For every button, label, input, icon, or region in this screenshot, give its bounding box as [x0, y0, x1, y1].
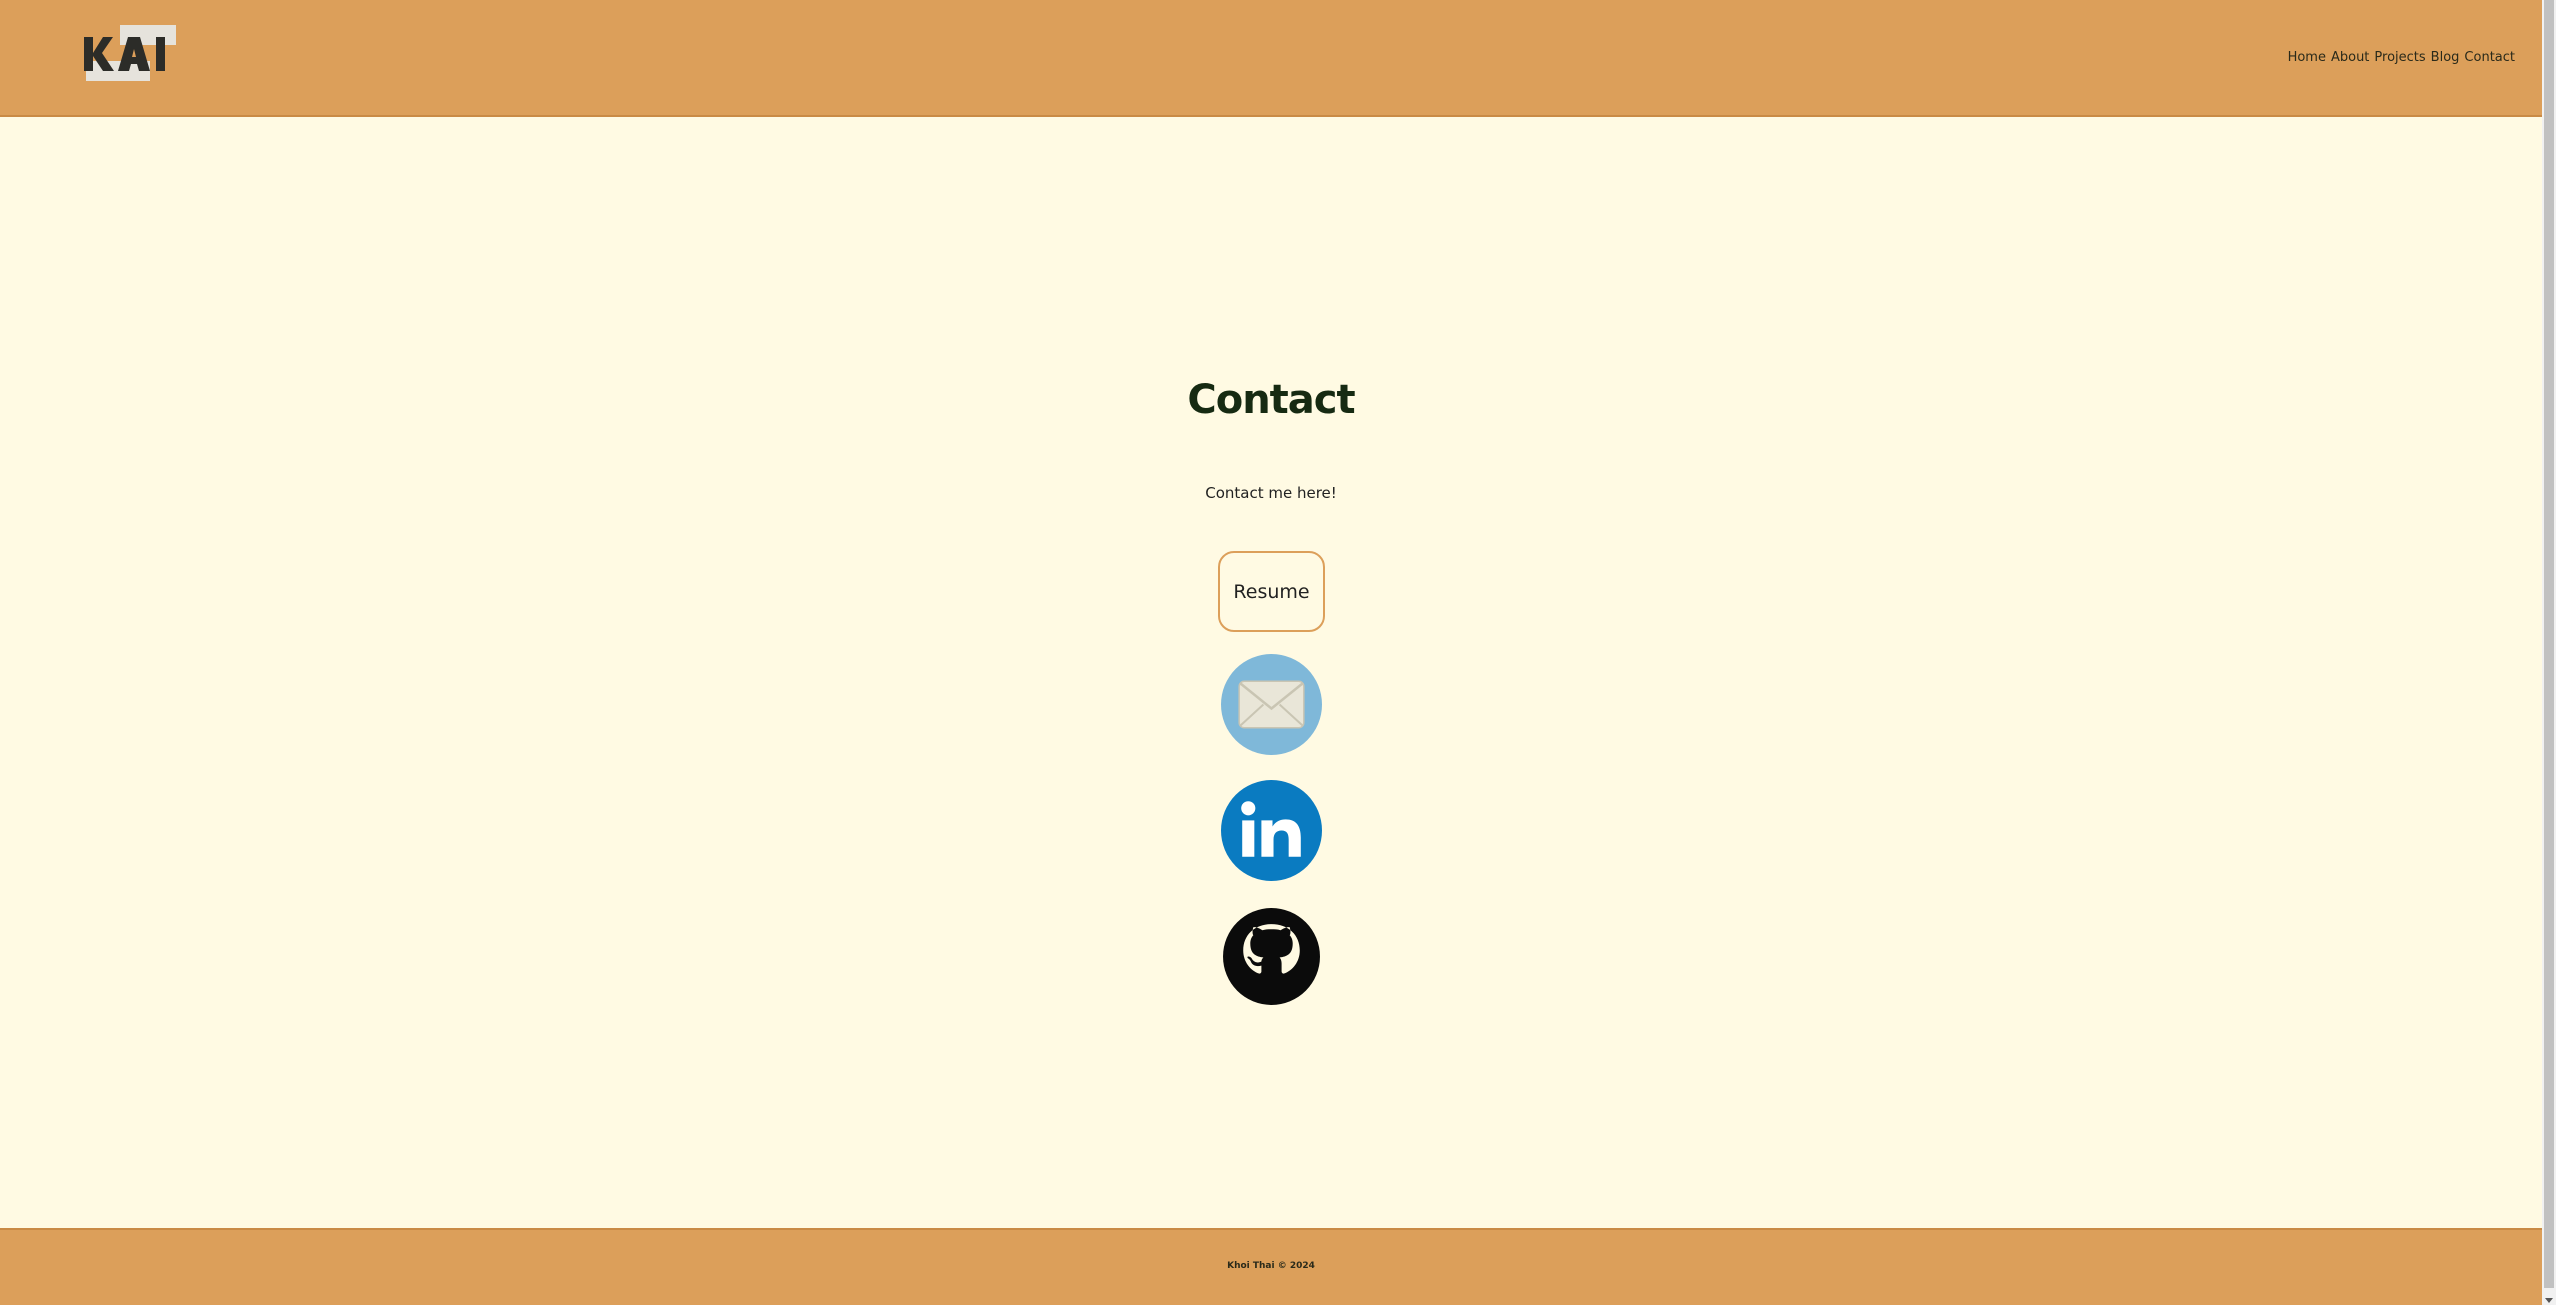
page-scrollbar[interactable]: [2542, 0, 2556, 1305]
nav-blog-link[interactable]: Blog: [2431, 50, 2460, 65]
email-link[interactable]: [1221, 654, 1322, 755]
main-content: Contact Contact me here! Resume: [0, 119, 2542, 1228]
linkedin-link[interactable]: [1221, 780, 1322, 881]
page-title: Contact: [1187, 377, 1355, 423]
github-icon: [1223, 908, 1320, 1005]
site-header: Home About Projects Blog Contact: [0, 0, 2542, 117]
logo[interactable]: [82, 25, 176, 81]
github-link[interactable]: [1221, 906, 1322, 1007]
main-nav: Home About Projects Blog Contact: [2288, 50, 2515, 65]
nav-home-link[interactable]: Home: [2288, 50, 2326, 65]
copyright-text: Khoi Thai © 2024: [1227, 1261, 1315, 1271]
nav-contact-link[interactable]: Contact: [2464, 50, 2515, 65]
site-footer: Khoi Thai © 2024: [0, 1228, 2542, 1305]
page-subtitle: Contact me here!: [1205, 484, 1337, 502]
linkedin-icon: [1221, 780, 1322, 881]
nav-about-link[interactable]: About: [2331, 50, 2369, 65]
resume-button[interactable]: Resume: [1218, 551, 1325, 632]
scrollbar-thumb[interactable]: [2544, 0, 2554, 1288]
scroll-down-arrow-icon[interactable]: [2545, 1298, 2553, 1303]
nav-projects-link[interactable]: Projects: [2374, 50, 2425, 65]
logo-mark: [84, 25, 176, 81]
email-icon: [1221, 654, 1322, 755]
